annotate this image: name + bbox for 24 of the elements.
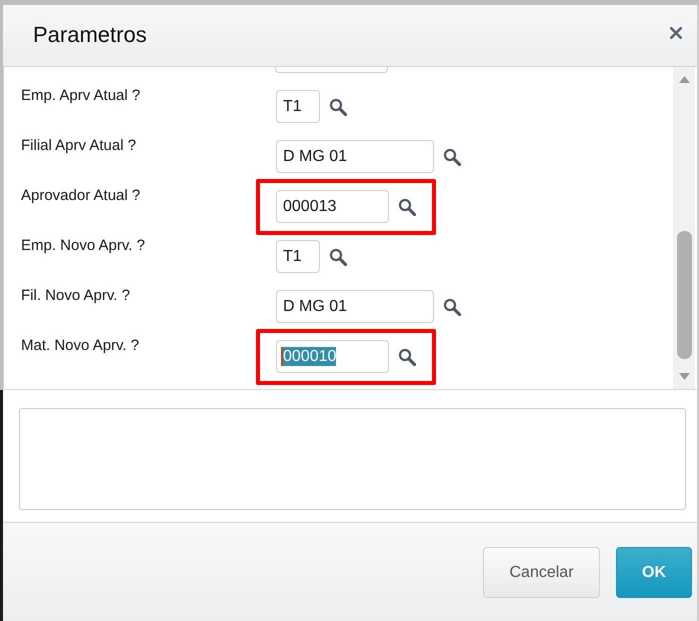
field-label: Emp. Novo Aprv. ? [21, 237, 145, 254]
field-label: Emp. Aprv Atual ? [21, 87, 140, 104]
field-label: Fil. Novo Aprv. ? [21, 287, 130, 304]
search-icon[interactable] [398, 348, 416, 366]
input-field[interactable]: 000013 [276, 190, 389, 223]
input-field[interactable]: D MG 01 [276, 140, 434, 173]
dialog-title: Parametros [33, 22, 147, 48]
close-icon[interactable] [670, 26, 682, 38]
input-field[interactable] [275, 67, 388, 73]
cancel-button[interactable]: Cancelar [483, 547, 600, 598]
input-field[interactable]: 000010 [276, 340, 389, 373]
field-label: Aprovador Atual ? [21, 187, 140, 204]
scrollbar-thumb[interactable] [676, 231, 692, 359]
field-label: Filial Aprv Atual ? [21, 137, 136, 154]
search-icon[interactable] [443, 298, 461, 316]
input-field[interactable]: T1 [276, 240, 320, 273]
search-icon[interactable] [443, 148, 461, 166]
search-icon[interactable] [329, 98, 347, 116]
search-icon[interactable] [329, 248, 347, 266]
input-field[interactable]: T1 [276, 90, 320, 123]
field-label: Mat. Novo Aprv. ? [21, 337, 140, 354]
scrollbar-track[interactable] [673, 67, 695, 389]
input-field[interactable]: D MG 01 [276, 290, 434, 323]
search-icon[interactable] [398, 198, 416, 216]
